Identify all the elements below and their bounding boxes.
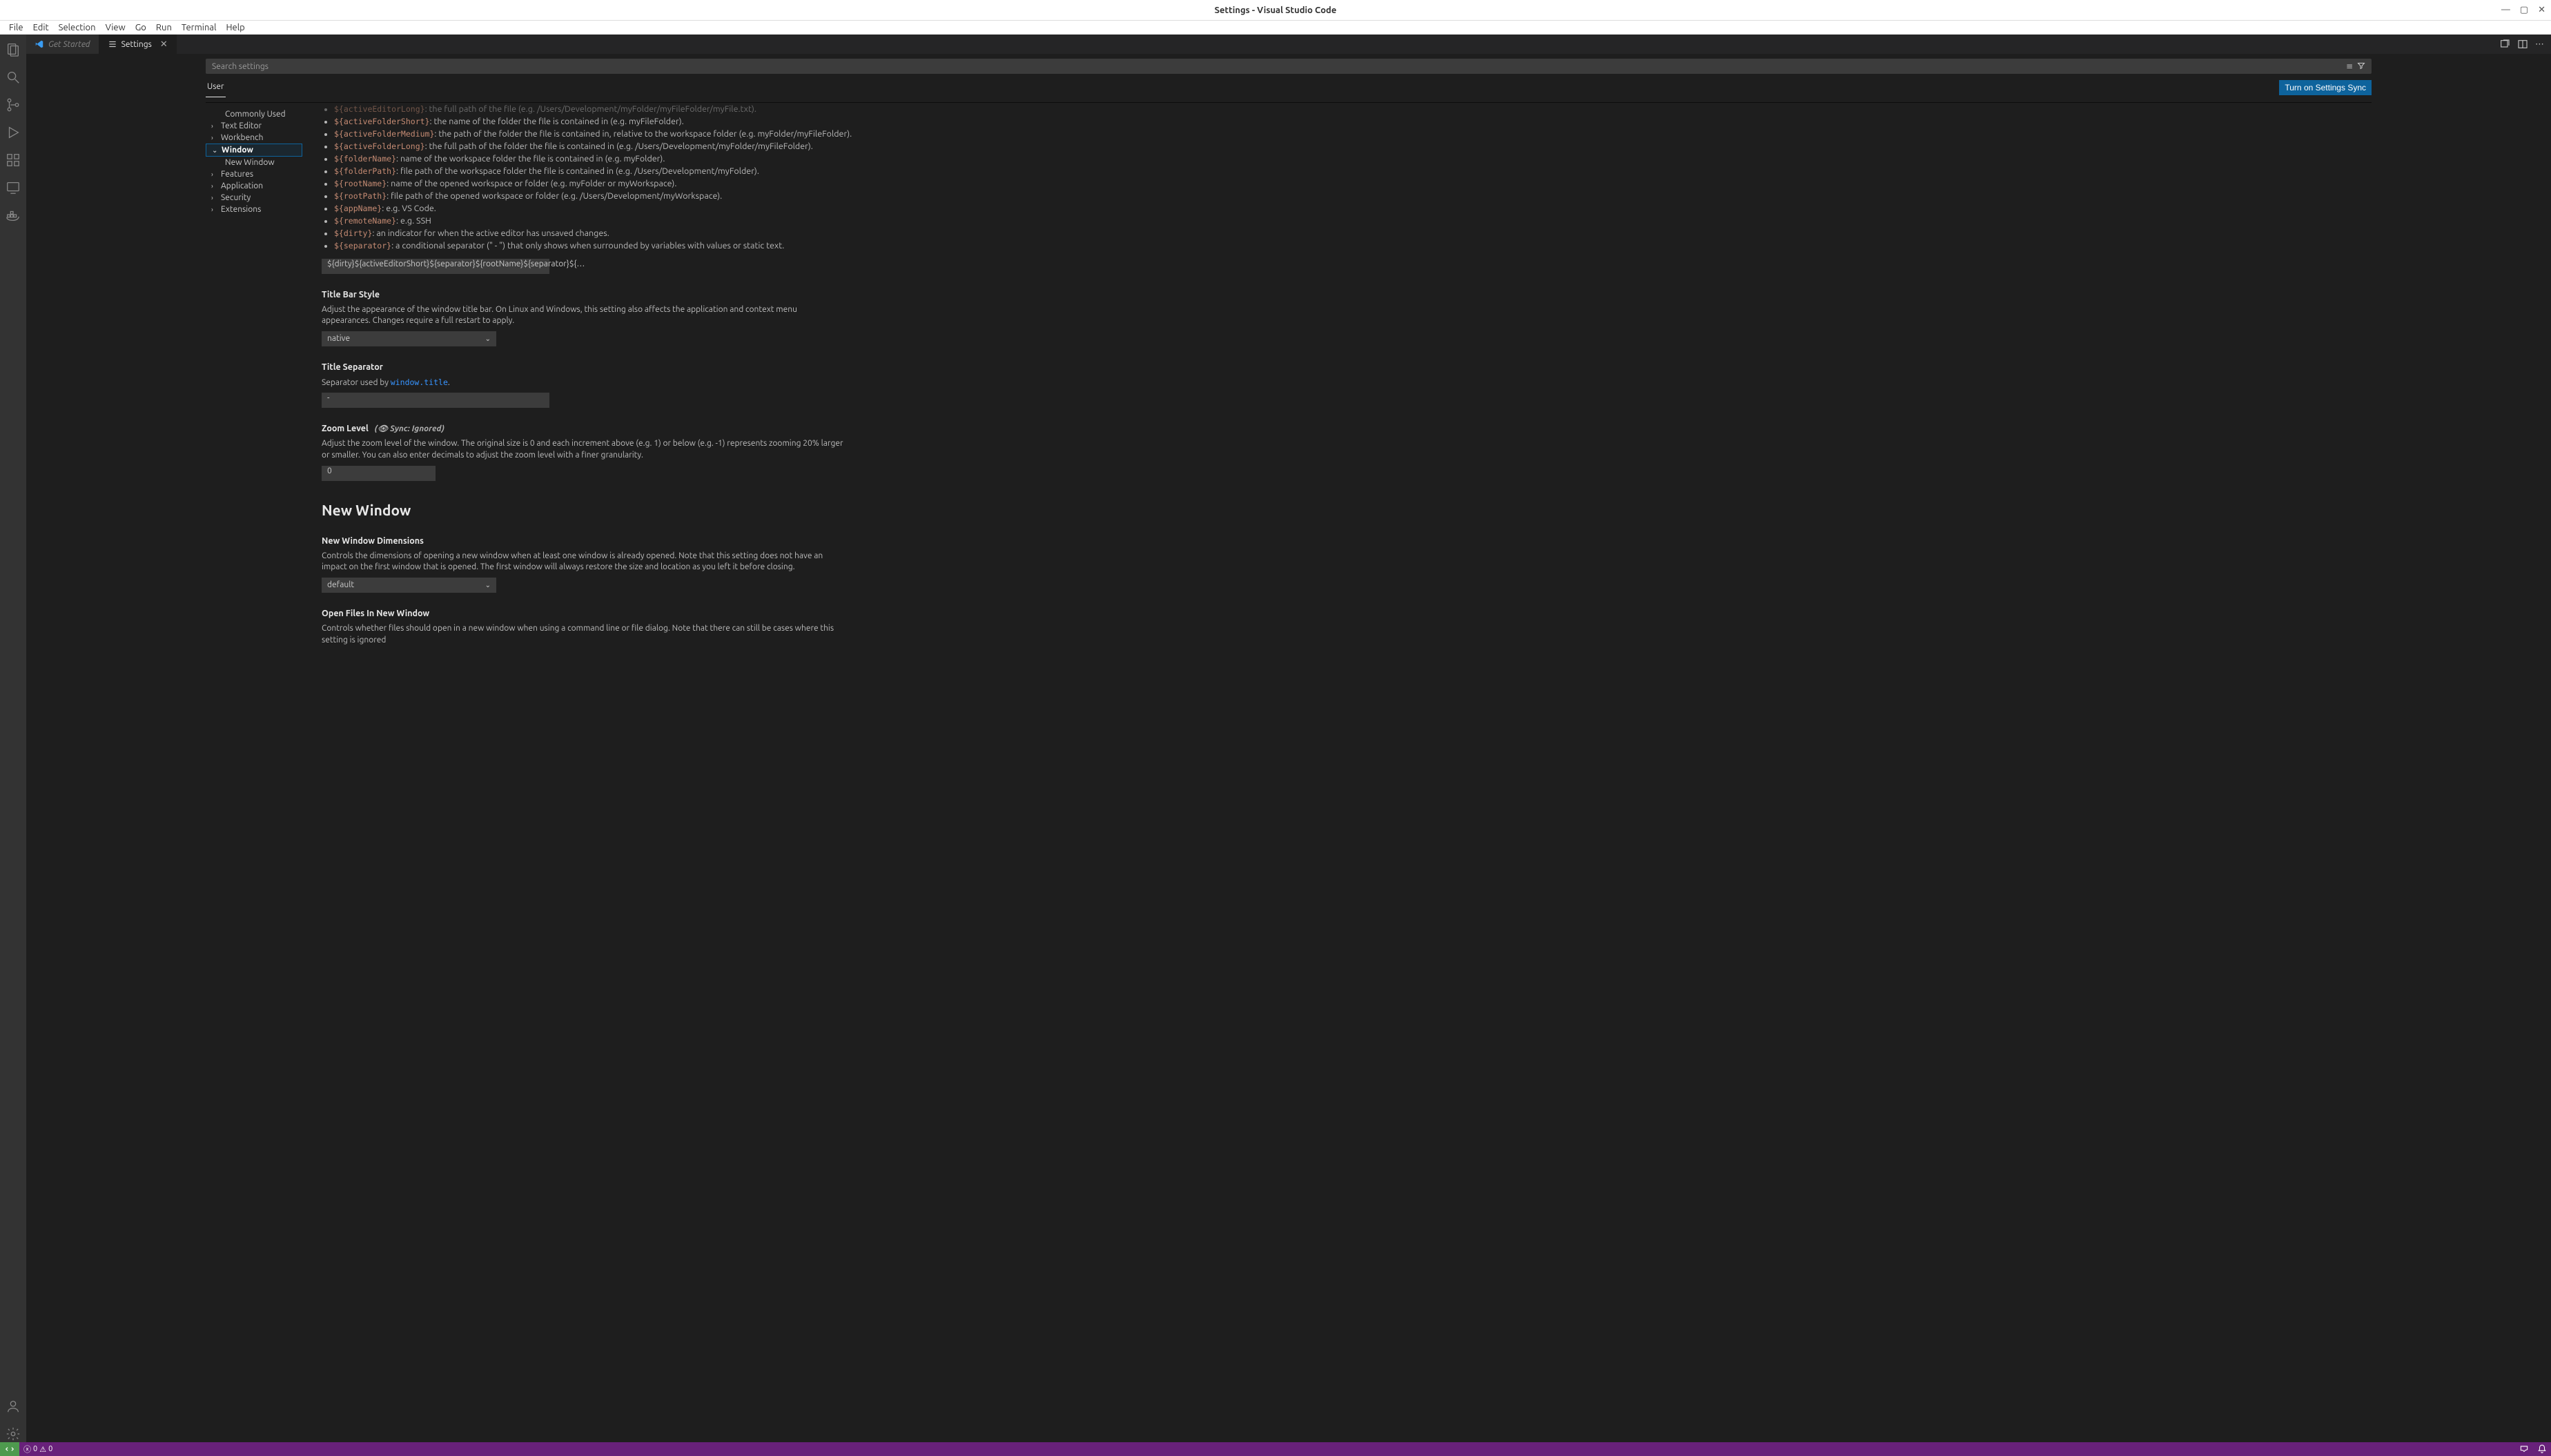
chevron-down-icon: ⌄ [212, 146, 217, 155]
minimize-icon[interactable]: — [2501, 5, 2510, 15]
setting-label-new-window-dimensions: New Window Dimensions [322, 535, 846, 548]
warning-icon: ⚠ [39, 1445, 46, 1454]
docker-icon[interactable] [5, 207, 21, 224]
menu-file[interactable]: File [4, 21, 28, 34]
more-actions-icon[interactable]: ⋯ [2535, 39, 2544, 50]
maximize-icon[interactable]: ▢ [2520, 5, 2528, 15]
menubar: File Edit Selection View Go Run Terminal… [0, 21, 2551, 35]
sync-ignored-icon: (👁 [375, 424, 388, 433]
source-control-icon[interactable] [5, 97, 21, 113]
toc-extensions[interactable]: ›Extensions [206, 204, 302, 215]
explorer-icon[interactable] [5, 41, 21, 58]
toc-features[interactable]: ›Features [206, 168, 302, 180]
menu-view[interactable]: View [101, 21, 130, 34]
chevron-down-icon: ⌄ [485, 334, 491, 344]
chevron-right-icon: › [211, 170, 213, 178]
toc-window[interactable]: ⌄Window [206, 144, 302, 157]
vscode-icon [35, 39, 44, 49]
os-window-title: Settings - Visual Studio Code [1215, 6, 1337, 15]
activity-bar [0, 35, 26, 1442]
toc-commonly-used[interactable]: Commonly Used [206, 108, 302, 120]
split-editor-icon[interactable] [2517, 39, 2528, 50]
zoom-level-input[interactable]: 0 [322, 466, 436, 481]
open-settings-json-icon[interactable] [2499, 39, 2510, 50]
setting-desc: Controls whether files should open in a … [322, 623, 846, 647]
status-notifications-icon[interactable] [2533, 1444, 2551, 1454]
setting-desc: Controls the dimensions of opening a new… [322, 551, 846, 574]
setting-label-zoom-level: Zoom Level (👁Sync: Ignored) [322, 423, 846, 435]
menu-selection[interactable]: Selection [54, 21, 101, 34]
accounts-icon[interactable] [5, 1398, 21, 1415]
remote-indicator[interactable] [0, 1442, 19, 1456]
chevron-down-icon: ⌄ [485, 580, 491, 590]
setting-label-title-bar-style: Title Bar Style [322, 289, 846, 302]
status-problems[interactable]: ⓧ0 ⚠0 [19, 1444, 57, 1455]
title-variables-list: ${activeEditorLong}: the full path of th… [322, 104, 2367, 253]
title-separator-input[interactable]: - [322, 393, 549, 408]
toc-text-editor[interactable]: ›Text Editor [206, 120, 302, 132]
chevron-right-icon: › [211, 206, 213, 213]
settings-search[interactable]: Search settings ≡ [206, 59, 2372, 74]
run-debug-icon[interactable] [5, 124, 21, 141]
chevron-right-icon: › [211, 134, 213, 141]
close-icon[interactable]: ✕ [2538, 5, 2545, 15]
settings-content[interactable]: ${activeEditorLong}: the full path of th… [302, 103, 2372, 1442]
settings-search-placeholder: Search settings [212, 62, 2346, 71]
setting-label-open-files-new-window: Open Files In New Window [322, 608, 846, 620]
menu-help[interactable]: Help [221, 21, 249, 34]
extensions-icon[interactable] [5, 152, 21, 168]
new-window-dimensions-select[interactable]: default ⌄ [322, 578, 496, 593]
window-title-input[interactable]: ${dirty}${activeEditorShort}${separator}… [322, 259, 549, 274]
tab-close-icon[interactable]: ✕ [160, 39, 168, 50]
settings-list-icon [108, 39, 117, 49]
editor-tabs: Get Started Settings ✕ ⋯ [26, 35, 2551, 54]
tab-get-started[interactable]: Get Started [26, 35, 99, 54]
chevron-right-icon: › [211, 122, 213, 130]
toc-application[interactable]: ›Application [206, 180, 302, 192]
tab-label: Settings [121, 40, 152, 49]
toc-security[interactable]: ›Security [206, 192, 302, 204]
menu-edit[interactable]: Edit [28, 21, 54, 34]
sync-ignored-badge: (👁Sync: Ignored) [375, 424, 444, 433]
toc-workbench[interactable]: ›Workbench [206, 132, 302, 144]
tab-settings[interactable]: Settings ✕ [99, 35, 177, 54]
scope-user-tab[interactable]: User [206, 78, 226, 97]
remote-explorer-icon[interactable] [5, 179, 21, 196]
setting-desc: Separator used by window.title. [322, 377, 846, 389]
clear-search-icon[interactable]: ≡ [2346, 61, 2353, 71]
title-bar-style-select[interactable]: native ⌄ [322, 331, 496, 346]
chevron-right-icon: › [211, 182, 213, 190]
setting-desc: Adjust the zoom level of the window. The… [322, 438, 846, 462]
setting-label-title-separator: Title Separator [322, 362, 846, 374]
section-new-window: New Window [322, 500, 2367, 520]
menu-go[interactable]: Go [130, 21, 151, 34]
menu-run[interactable]: Run [151, 21, 177, 34]
settings-toc: Commonly Used ›Text Editor ›Workbench ⌄W… [206, 103, 302, 1442]
search-icon[interactable] [5, 69, 21, 86]
tab-label: Get Started [48, 40, 90, 49]
turn-on-settings-sync-button[interactable]: Turn on Settings Sync [2279, 80, 2372, 95]
settings-gear-icon[interactable] [5, 1426, 21, 1442]
os-titlebar: Settings - Visual Studio Code — ▢ ✕ [0, 0, 2551, 21]
status-bar: ⓧ0 ⚠0 [0, 1442, 2551, 1456]
filter-icon[interactable] [2357, 61, 2365, 71]
toc-new-window[interactable]: New Window [206, 157, 302, 168]
status-feedback-icon[interactable] [2515, 1444, 2533, 1454]
chevron-right-icon: › [211, 194, 213, 201]
setting-desc: Adjust the appearance of the window titl… [322, 304, 846, 328]
error-icon: ⓧ [23, 1444, 31, 1455]
menu-terminal[interactable]: Terminal [177, 21, 222, 34]
